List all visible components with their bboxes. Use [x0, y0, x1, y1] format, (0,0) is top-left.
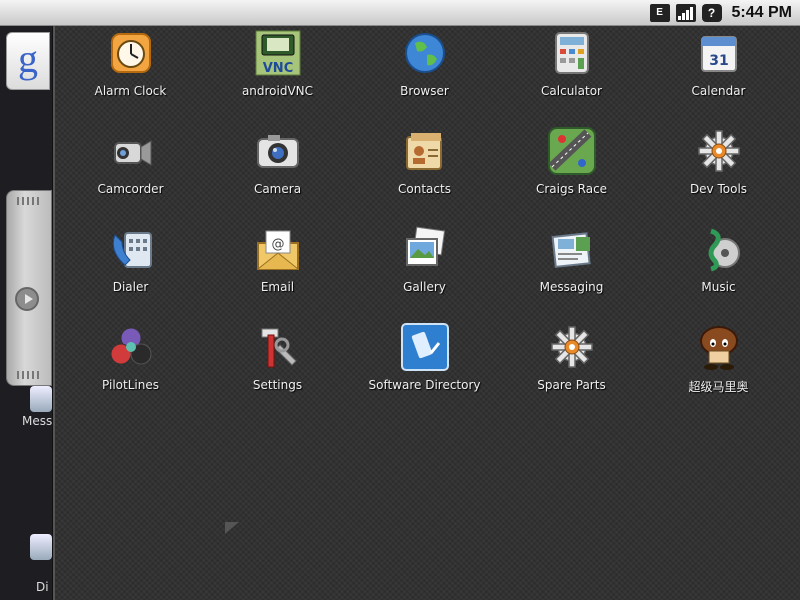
- app-messaging[interactable]: Messaging: [498, 222, 645, 320]
- app-email[interactable]: @ Email: [204, 222, 351, 320]
- app-super-mario[interactable]: 超级马里奥: [645, 320, 792, 418]
- grip-bottom: [17, 371, 41, 379]
- app-software-directory[interactable]: Software Directory: [351, 320, 498, 418]
- app-label: Dev Tools: [689, 182, 748, 196]
- messaging-shortcut-icon[interactable]: [30, 386, 52, 412]
- camcorder-icon: [107, 127, 155, 175]
- app-androidvnc[interactable]: VNC androidVNC: [204, 26, 351, 124]
- vnc-badge: VNC: [262, 61, 292, 76]
- app-label: Messaging: [539, 280, 604, 294]
- app-label: Email: [260, 280, 295, 294]
- app-label: Browser: [400, 84, 449, 98]
- app-label: 超级马里奥: [688, 380, 749, 394]
- app-label: Camcorder: [97, 182, 164, 196]
- calculator-icon: [548, 29, 596, 77]
- pilotlines-icon: [107, 323, 155, 371]
- software-directory-icon: [400, 323, 449, 371]
- globe-icon: [401, 29, 449, 77]
- app-browser[interactable]: Browser: [351, 26, 498, 124]
- status-icons: E ? 5:44 PM: [649, 0, 792, 25]
- email-badge: @: [271, 237, 284, 252]
- app-music[interactable]: Music: [645, 222, 792, 320]
- app-label: Dialer: [112, 280, 149, 294]
- app-label: Software Directory: [368, 378, 481, 392]
- gallery-icon: [401, 225, 449, 273]
- app-dev-tools[interactable]: Dev Tools: [645, 124, 792, 222]
- app-calculator[interactable]: Calculator: [498, 26, 645, 124]
- app-dialer[interactable]: Dialer: [57, 222, 204, 320]
- alarm-clock-icon: [107, 29, 155, 77]
- app-label: Calendar: [691, 84, 746, 98]
- app-label: Contacts: [398, 182, 451, 196]
- settings-tools-icon: [254, 323, 302, 371]
- app-grid: Alarm Clock VNC androidVNC Browser Calcu…: [55, 26, 797, 418]
- app-alarm-clock[interactable]: Alarm Clock: [57, 26, 204, 124]
- app-label: Music: [701, 280, 736, 294]
- pointer-cursor-icon: [225, 522, 239, 534]
- app-craigs-race[interactable]: Craigs Race: [498, 124, 645, 222]
- music-icon: [695, 225, 743, 273]
- app-contacts[interactable]: Contacts: [351, 124, 498, 222]
- app-label: Gallery: [403, 280, 446, 294]
- email-icon: @: [254, 225, 302, 273]
- calendar-badge: 31: [709, 53, 728, 69]
- app-label: Craigs Race: [535, 182, 608, 196]
- clock: 5:44 PM: [731, 3, 792, 21]
- app-gallery[interactable]: Gallery: [351, 222, 498, 320]
- app-label: Camera: [253, 182, 302, 196]
- home-shortcut-label: Di: [36, 580, 49, 594]
- app-camera[interactable]: Camera: [204, 124, 351, 222]
- gear-icon: [695, 127, 743, 175]
- contacts-icon: [401, 127, 449, 175]
- app-label: androidVNC: [241, 84, 314, 98]
- app-settings[interactable]: Settings: [204, 320, 351, 418]
- dialer-shortcut-icon[interactable]: [30, 534, 52, 560]
- help-icon: ?: [701, 3, 722, 22]
- calendar-icon: 31: [695, 29, 743, 77]
- mushroom-character-icon: [695, 323, 743, 371]
- app-calendar[interactable]: 31 Calendar: [645, 26, 792, 124]
- app-label: Settings: [252, 378, 303, 392]
- app-drawer-handle[interactable]: [6, 190, 52, 386]
- grip-top: [17, 197, 41, 205]
- signal-icon: [675, 3, 696, 22]
- camera-icon: [254, 127, 302, 175]
- gear-icon: [548, 323, 596, 371]
- app-drawer: Alarm Clock VNC androidVNC Browser Calcu…: [53, 26, 800, 600]
- phone-icon: [107, 225, 155, 273]
- play-icon[interactable]: [15, 287, 39, 311]
- race-track-icon: [547, 127, 596, 175]
- app-camcorder[interactable]: Camcorder: [57, 124, 204, 222]
- app-spare-parts[interactable]: Spare Parts: [498, 320, 645, 418]
- google-search-widget[interactable]: g: [6, 32, 50, 90]
- app-label: Alarm Clock: [94, 84, 167, 98]
- home-shortcut-label: Mess: [22, 414, 53, 428]
- vnc-icon: VNC: [254, 29, 302, 77]
- app-label: Spare Parts: [537, 378, 606, 392]
- app-pilotlines[interactable]: PilotLines: [57, 320, 204, 418]
- e-data-icon: E: [649, 3, 670, 22]
- app-label: Calculator: [541, 84, 602, 98]
- messaging-icon: [548, 225, 596, 273]
- status-bar: E ? 5:44 PM: [0, 0, 800, 26]
- app-label: PilotLines: [102, 378, 159, 392]
